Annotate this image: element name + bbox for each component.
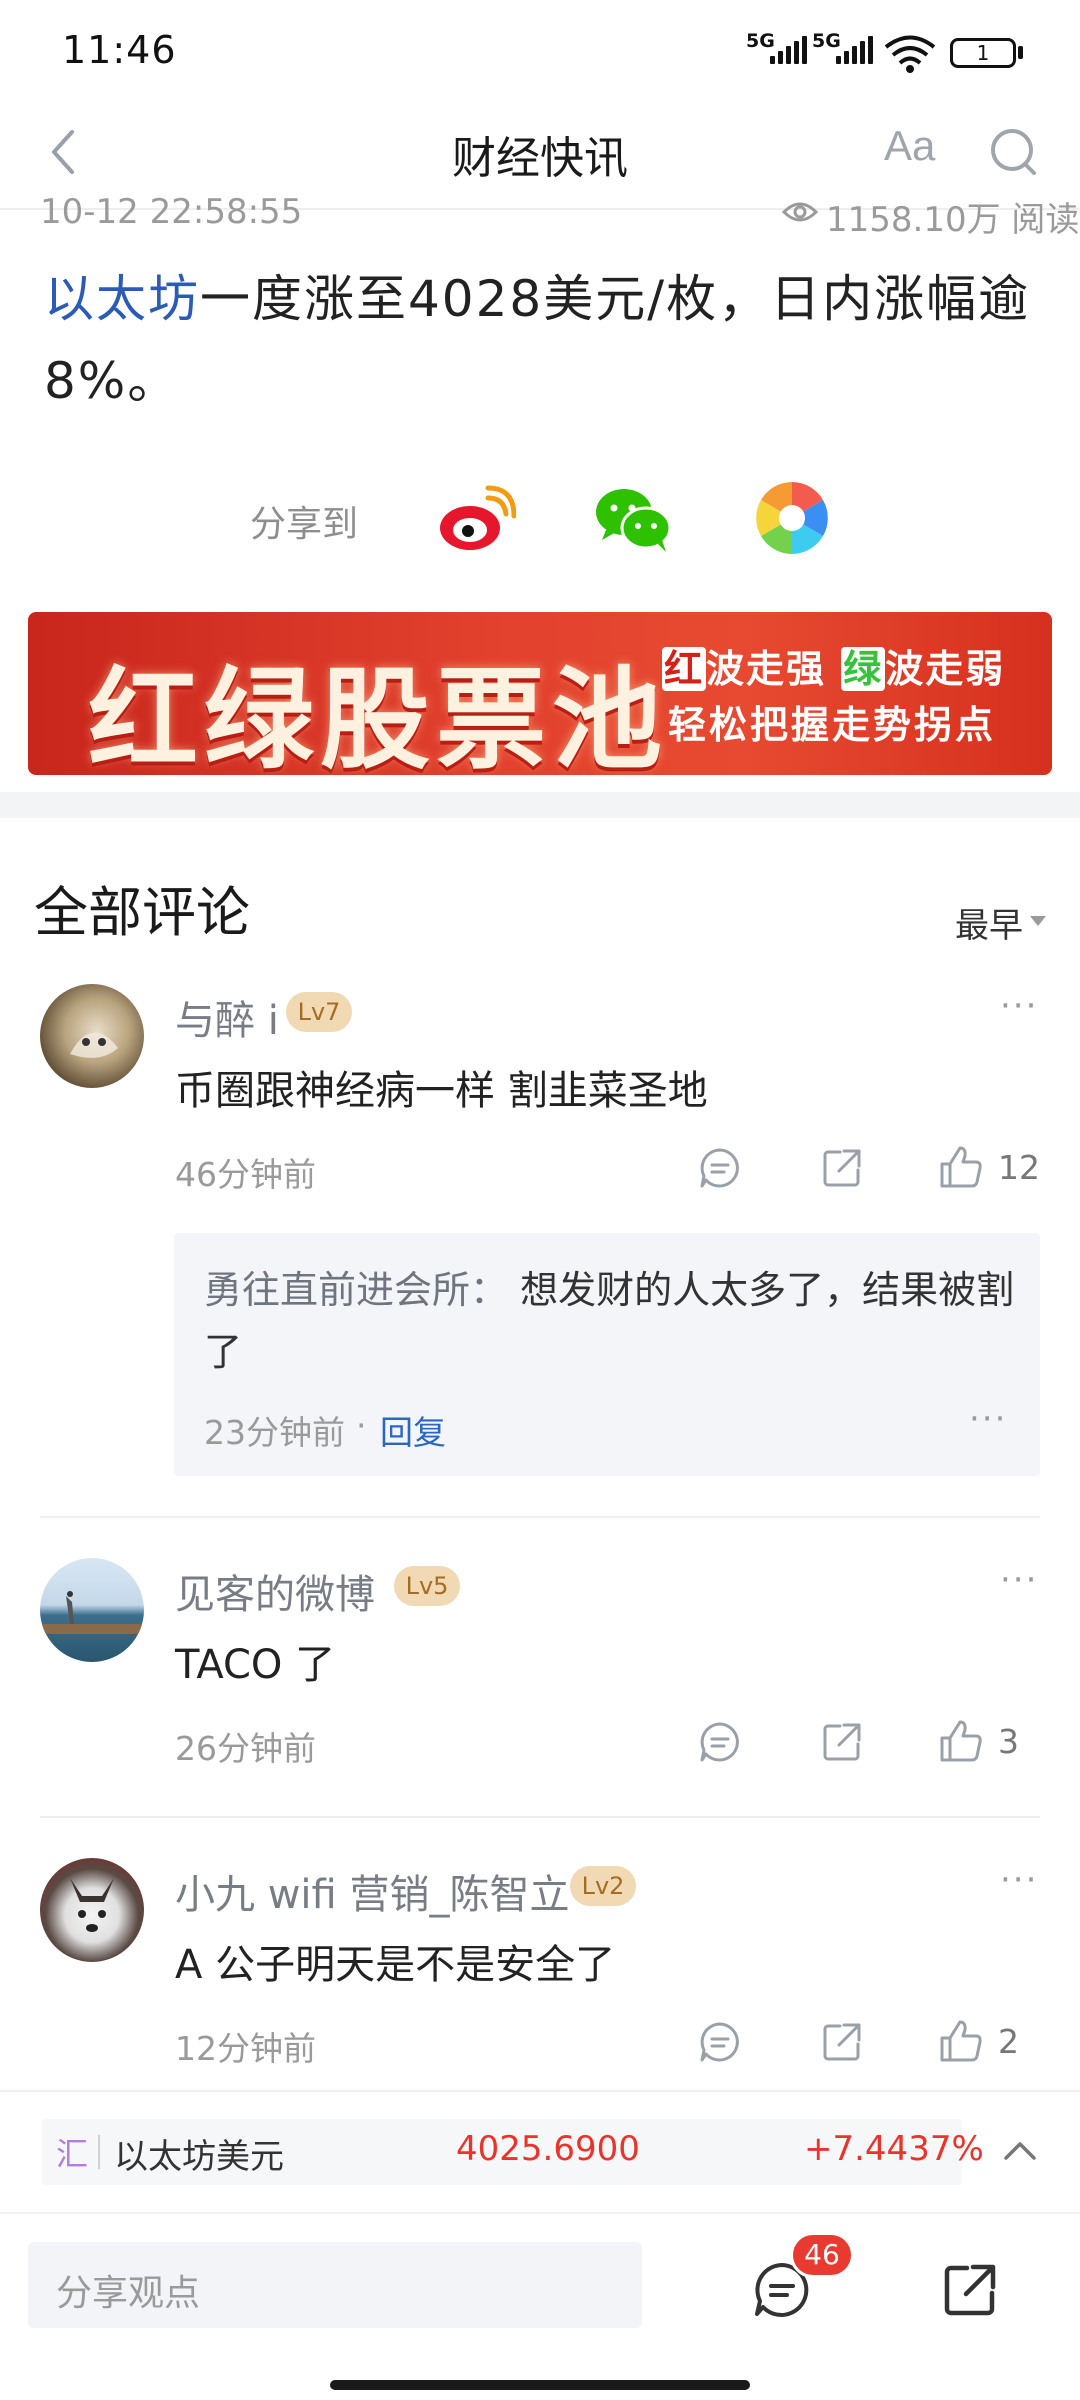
ticker-separator bbox=[98, 2135, 100, 2169]
comment-text: A 公子明天是不是安全了 bbox=[175, 1942, 616, 1988]
chevron-up-icon[interactable] bbox=[1000, 2136, 1040, 2166]
section-divider bbox=[0, 792, 1080, 818]
sort-dropdown[interactable]: 最早 bbox=[955, 898, 1023, 947]
banner-title: 红绿股票池 bbox=[88, 656, 668, 775]
price-ticker: 汇 以太坊美元 4025.6900 +7.4437% bbox=[0, 2090, 1080, 2210]
reply-author[interactable]: 勇往直前进会所： bbox=[204, 1268, 508, 1312]
reply-thread: 勇往直前进会所： 想发财的人太多了，结果被割了 23分钟前 · 回复 ··· bbox=[174, 1233, 1040, 1476]
wifi-icon bbox=[884, 35, 936, 73]
article-body: 以太坊一度涨至4028美元/枚，日内涨幅逾8%。 bbox=[44, 258, 1044, 422]
weibo-icon[interactable] bbox=[436, 484, 516, 554]
comment-time: 12分钟前 bbox=[175, 2029, 316, 2068]
search-icon[interactable] bbox=[988, 126, 1040, 182]
level-badge: Lv7 bbox=[286, 992, 352, 1032]
more-icon[interactable]: ··· bbox=[1000, 1860, 1038, 1900]
comment-divider bbox=[40, 1816, 1040, 1818]
more-icon[interactable]: ··· bbox=[1000, 986, 1038, 1026]
status-bar: 11:46 5G 5G 1 bbox=[0, 0, 1080, 100]
comment-input[interactable]: 分享观点 bbox=[28, 2242, 642, 2328]
status-time: 11:46 bbox=[62, 28, 177, 72]
article-time: 10-12 22:58:55 bbox=[40, 192, 303, 232]
caret-down-icon[interactable] bbox=[1030, 916, 1046, 926]
comment-input-placeholder: 分享观点 bbox=[56, 2273, 201, 2314]
home-indicator[interactable] bbox=[330, 2380, 750, 2390]
ticker-change: +7.4437% bbox=[804, 2129, 984, 2169]
comment-time: 26分钟前 bbox=[175, 1729, 316, 1768]
eye-icon bbox=[782, 202, 818, 222]
reply-time: 23分钟前 bbox=[204, 1413, 345, 1452]
separator-dot: · bbox=[356, 1406, 367, 1445]
battery-tip bbox=[1018, 46, 1023, 59]
wechat-icon[interactable] bbox=[594, 484, 674, 554]
battery-icon: 1 bbox=[950, 38, 1016, 68]
comment-text: 币圈跟神经病一样 割韭菜圣地 bbox=[175, 1068, 708, 1114]
avatar[interactable] bbox=[40, 984, 144, 1088]
level-badge: Lv2 bbox=[570, 1866, 636, 1906]
banner-slogan-2: 轻松把握走势拐点 bbox=[668, 703, 997, 747]
comments-title: 全部评论 bbox=[34, 881, 250, 944]
share-icon[interactable] bbox=[820, 2020, 864, 2064]
like-icon[interactable] bbox=[938, 2018, 984, 2064]
bottom-action-bar: 分享观点 46 bbox=[0, 2212, 1080, 2400]
share-label: 分享到 bbox=[250, 504, 359, 545]
comment-author[interactable]: 小九 wifi 营销_陈智立 bbox=[175, 1862, 569, 1920]
reply-icon[interactable] bbox=[698, 1146, 742, 1190]
moments-icon[interactable] bbox=[754, 480, 830, 556]
ticker-row[interactable]: 汇 以太坊美元 4025.6900 +7.4437% bbox=[42, 2119, 984, 2185]
more-icon[interactable]: ··· bbox=[969, 1399, 1007, 1439]
font-size-button[interactable]: Aa bbox=[884, 122, 935, 170]
comment-divider bbox=[40, 1516, 1040, 1518]
more-icon[interactable]: ··· bbox=[1000, 1560, 1038, 1600]
battery-level: 1 bbox=[976, 41, 990, 65]
ticker-name: 以太坊美元 bbox=[114, 2137, 284, 2177]
comment-text: TACO 了 bbox=[175, 1642, 336, 1688]
comment-author[interactable]: 见客的微博 bbox=[175, 1562, 375, 1620]
cellular-signal-icon: 5G bbox=[812, 30, 878, 70]
avatar[interactable] bbox=[40, 1858, 144, 1962]
like-count: 2 bbox=[998, 2022, 1019, 2061]
ticker-tag: 汇 bbox=[56, 2135, 89, 2173]
comment-count-badge: 46 bbox=[790, 2232, 854, 2278]
share-icon[interactable] bbox=[820, 1146, 864, 1190]
share-icon[interactable] bbox=[940, 2260, 1000, 2320]
avatar[interactable] bbox=[40, 1558, 144, 1662]
like-count: 3 bbox=[998, 1722, 1019, 1761]
reply-text: 勇往直前进会所： 想发财的人太多了，结果被割了 bbox=[204, 1268, 1015, 1374]
reply-icon[interactable] bbox=[698, 1720, 742, 1764]
reply-icon[interactable] bbox=[698, 2020, 742, 2064]
banner-slogan-1: 红波走强 绿波走弱 bbox=[662, 647, 1006, 691]
promo-banner[interactable]: 红绿股票池 红波走强 绿波走弱 轻松把握走势拐点 bbox=[28, 612, 1052, 775]
article-read-count: 1158.10万 阅读 bbox=[826, 200, 1080, 240]
cellular-signal-icon: 5G bbox=[746, 30, 807, 70]
comment-time: 46分钟前 bbox=[175, 1155, 316, 1194]
ticker-price: 4025.6900 bbox=[456, 2129, 640, 2169]
like-count: 12 bbox=[998, 1148, 1040, 1187]
level-badge: Lv5 bbox=[394, 1566, 460, 1606]
like-icon[interactable] bbox=[938, 1144, 984, 1190]
like-icon[interactable] bbox=[938, 1718, 984, 1764]
comment-author[interactable]: 与醉 i bbox=[175, 988, 279, 1046]
article-keyword-link[interactable]: 以太坊 bbox=[44, 270, 200, 328]
share-icon[interactable] bbox=[820, 1720, 864, 1764]
reply-button[interactable]: 回复 bbox=[380, 1406, 446, 1454]
